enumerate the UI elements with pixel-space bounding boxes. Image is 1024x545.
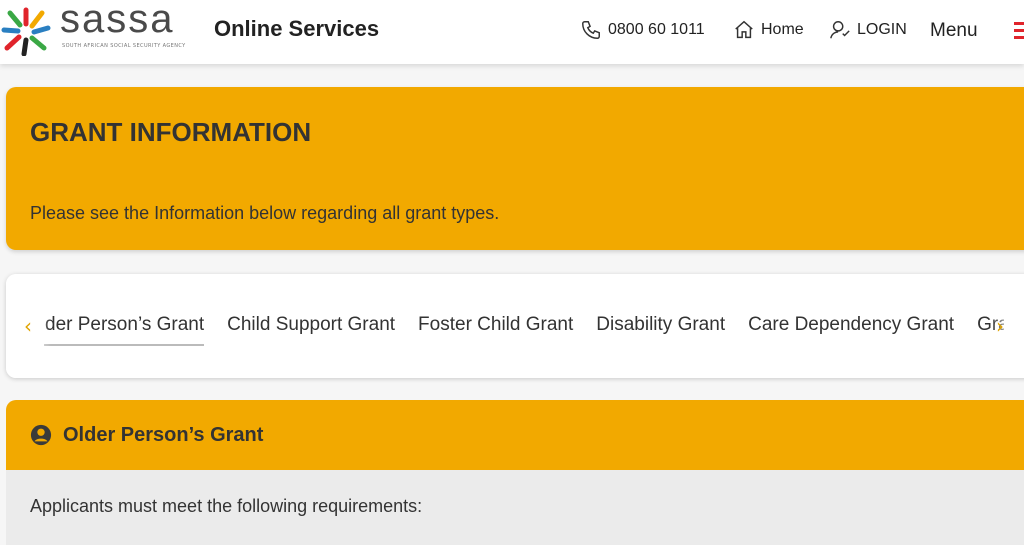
tab-child-support-grant[interactable]: Child Support Grant <box>227 314 395 346</box>
chevron-left-icon[interactable]: ‹ <box>24 314 32 338</box>
banner-title: GRANT INFORMATION <box>30 117 312 147</box>
home-link[interactable]: Home <box>733 19 804 41</box>
grant-requirements-intro: Applicants must meet the following requi… <box>30 496 423 516</box>
tab-disability-grant[interactable]: Disability Grant <box>596 314 725 346</box>
hamburger-menu-icon[interactable] <box>1014 22 1024 40</box>
grant-tabs-card: Older Person’s Grant Child Support Grant… <box>6 274 1024 378</box>
user-icon <box>830 21 850 39</box>
login-link[interactable]: LOGIN <box>829 19 907 41</box>
site-header: sassa SOUTH AFRICAN SOCIAL SECURITY AGEN… <box>0 0 1024 64</box>
tab-older-persons-grant[interactable]: Older Person’s Grant <box>44 314 205 346</box>
tab-foster-child-grant[interactable]: Foster Child Grant <box>418 314 573 346</box>
sassa-logo-icon[interactable] <box>0 4 52 56</box>
home-icon <box>735 20 753 39</box>
login-label: LOGIN <box>857 21 907 38</box>
grant-tabs-scroll[interactable]: Older Person’s Grant Child Support Grant… <box>44 274 1004 378</box>
phone-icon <box>582 21 600 39</box>
grant-information-banner: GRANT INFORMATION Please see the Informa… <box>6 87 1024 250</box>
home-label: Home <box>761 21 804 38</box>
banner-subtitle: Please see the Information below regardi… <box>30 203 500 223</box>
site-title: Online Services <box>214 16 380 41</box>
grant-details-header: Older Person’s Grant <box>6 400 1024 470</box>
tab-care-dependency-grant[interactable]: Care Dependency Grant <box>748 314 954 346</box>
logo-tagline: SOUTH AFRICAN SOCIAL SECURITY AGENCY <box>62 43 186 49</box>
grant-tabs-strip: Older Person’s Grant Child Support Grant… <box>44 314 1004 346</box>
phone-link[interactable]: 0800 60 1011 <box>580 19 705 41</box>
grant-title: Older Person’s Grant <box>63 424 264 446</box>
person-circle-icon <box>30 424 52 446</box>
grant-details-section: Older Person’s Grant Applicants must mee… <box>6 400 1024 545</box>
phone-number: 0800 60 1011 <box>608 21 705 38</box>
menu-label[interactable]: Menu <box>930 20 978 42</box>
chevron-right-icon[interactable]: › <box>996 314 1004 338</box>
logo-wordmark[interactable]: sassa <box>60 0 175 42</box>
